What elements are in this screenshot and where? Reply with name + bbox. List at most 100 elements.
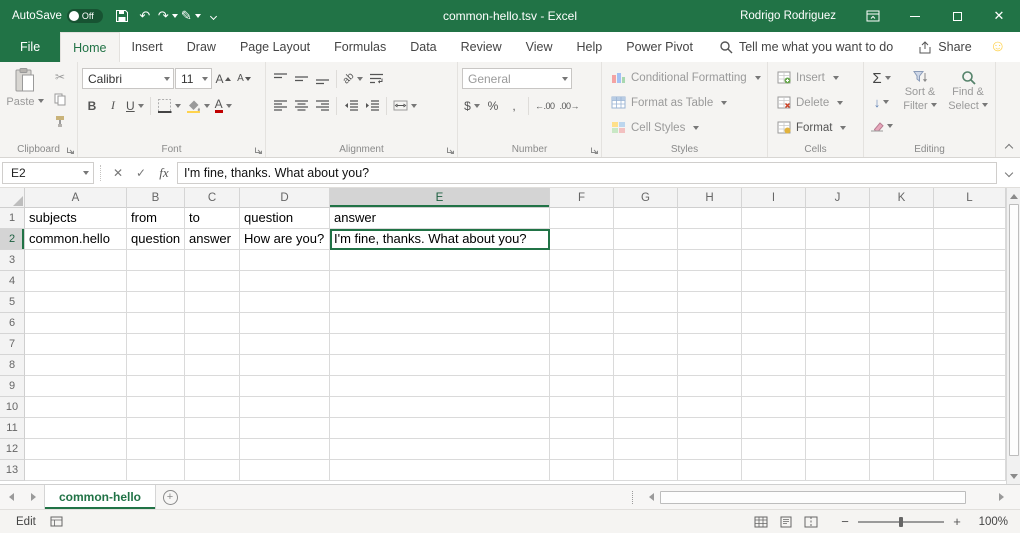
ribbon-display-options-button[interactable] xyxy=(852,0,894,32)
cell-H13[interactable] xyxy=(678,460,742,481)
customize-qat-button[interactable] xyxy=(203,5,225,27)
cell-L1[interactable] xyxy=(934,208,1006,229)
cell-J9[interactable] xyxy=(806,376,870,397)
cell-J7[interactable] xyxy=(806,334,870,355)
cell-K12[interactable] xyxy=(870,439,934,460)
cell-L3[interactable] xyxy=(934,250,1006,271)
cell-A7[interactable] xyxy=(25,334,127,355)
cell-D10[interactable] xyxy=(240,397,330,418)
cell-E10[interactable] xyxy=(330,397,550,418)
cell-G7[interactable] xyxy=(614,334,678,355)
tab-power-pivot[interactable]: Power Pivot xyxy=(614,32,705,62)
cell-I10[interactable] xyxy=(742,397,806,418)
delete-cells-button[interactable]: Delete xyxy=(772,90,851,115)
page-layout-view-button[interactable] xyxy=(775,512,797,532)
cell-L13[interactable] xyxy=(934,460,1006,481)
font-name-select[interactable]: Calibri xyxy=(82,68,174,89)
underline-button[interactable]: U xyxy=(124,95,146,117)
cell-I11[interactable] xyxy=(742,418,806,439)
cell-D12[interactable] xyxy=(240,439,330,460)
tab-scrollbar-splitter[interactable] xyxy=(632,485,640,509)
cell-B13[interactable] xyxy=(127,460,185,481)
cell-C13[interactable] xyxy=(185,460,240,481)
cell-H3[interactable] xyxy=(678,250,742,271)
percent-style-button[interactable]: % xyxy=(483,95,503,117)
align-left-button[interactable] xyxy=(270,95,290,117)
column-header-b[interactable]: B xyxy=(127,188,185,208)
cell-G12[interactable] xyxy=(614,439,678,460)
row-header-12[interactable]: 12 xyxy=(0,439,25,460)
feedback-smiley-button[interactable]: ☺ xyxy=(990,32,1006,62)
cell-A1[interactable]: subjects xyxy=(25,208,127,229)
cell-B5[interactable] xyxy=(127,292,185,313)
cell-I7[interactable] xyxy=(742,334,806,355)
next-sheet-button[interactable] xyxy=(22,485,44,509)
zoom-out-button[interactable]: − xyxy=(836,514,854,529)
format-painter-button[interactable] xyxy=(48,110,72,132)
cell-B12[interactable] xyxy=(127,439,185,460)
cell-J11[interactable] xyxy=(806,418,870,439)
cell-J8[interactable] xyxy=(806,355,870,376)
cell-L4[interactable] xyxy=(934,271,1006,292)
top-align-button[interactable] xyxy=(270,68,290,90)
column-header-c[interactable]: C xyxy=(185,188,240,208)
decrease-indent-button[interactable] xyxy=(341,95,361,117)
cell-L5[interactable] xyxy=(934,292,1006,313)
cell-J6[interactable] xyxy=(806,313,870,334)
cell-D13[interactable] xyxy=(240,460,330,481)
tab-view[interactable]: View xyxy=(514,32,565,62)
name-box[interactable]: E2 xyxy=(2,162,94,184)
cell-J13[interactable] xyxy=(806,460,870,481)
cell-styles-button[interactable]: Cell Styles xyxy=(606,115,766,140)
cell-D6[interactable] xyxy=(240,313,330,334)
number-format-select[interactable]: General xyxy=(462,68,572,89)
cell-H2[interactable] xyxy=(678,229,742,250)
cut-button[interactable]: ✂ xyxy=(48,66,72,88)
cell-C9[interactable] xyxy=(185,376,240,397)
cell-F7[interactable] xyxy=(550,334,614,355)
cell-D5[interactable] xyxy=(240,292,330,313)
cell-L7[interactable] xyxy=(934,334,1006,355)
cell-F12[interactable] xyxy=(550,439,614,460)
increase-decimal-button[interactable]: ←.00 xyxy=(533,95,557,117)
cell-L9[interactable] xyxy=(934,376,1006,397)
cell-I3[interactable] xyxy=(742,250,806,271)
cell-K1[interactable] xyxy=(870,208,934,229)
cell-I13[interactable] xyxy=(742,460,806,481)
cell-A2[interactable]: common.hello xyxy=(25,229,127,250)
cell-G10[interactable] xyxy=(614,397,678,418)
cell-H12[interactable] xyxy=(678,439,742,460)
italic-button[interactable]: I xyxy=(103,95,123,117)
vertical-scroll-thumb[interactable] xyxy=(1009,204,1019,456)
enter-button[interactable]: ✓ xyxy=(131,162,151,184)
cell-A12[interactable] xyxy=(25,439,127,460)
alignment-dialog-launcher[interactable] xyxy=(446,146,455,155)
prev-sheet-button[interactable] xyxy=(0,485,22,509)
cell-B3[interactable] xyxy=(127,250,185,271)
account-user-name[interactable]: Rodrigo Rodriguez xyxy=(740,10,836,22)
comma-style-button[interactable]: , xyxy=(504,95,524,117)
borders-button[interactable] xyxy=(155,95,183,117)
row-header-10[interactable]: 10 xyxy=(0,397,25,418)
autosave-toggle[interactable]: AutoSave Off xyxy=(0,9,111,23)
cell-E8[interactable] xyxy=(330,355,550,376)
row-header-7[interactable]: 7 xyxy=(0,334,25,355)
cell-J10[interactable] xyxy=(806,397,870,418)
format-as-table-button[interactable]: Format as Table xyxy=(606,90,766,115)
cell-B9[interactable] xyxy=(127,376,185,397)
scroll-up-button[interactable] xyxy=(1010,190,1018,202)
cell-L12[interactable] xyxy=(934,439,1006,460)
cell-H7[interactable] xyxy=(678,334,742,355)
cell-C3[interactable] xyxy=(185,250,240,271)
cell-E1[interactable]: answer xyxy=(330,208,550,229)
row-header-9[interactable]: 9 xyxy=(0,376,25,397)
row-header-5[interactable]: 5 xyxy=(0,292,25,313)
scroll-right-button[interactable] xyxy=(993,489,1009,506)
font-color-button[interactable]: A xyxy=(213,95,234,117)
name-box-dropdown[interactable] xyxy=(80,166,89,180)
tab-formulas[interactable]: Formulas xyxy=(322,32,398,62)
cell-H5[interactable] xyxy=(678,292,742,313)
undo-button[interactable]: ↶ xyxy=(134,5,156,27)
cell-C11[interactable] xyxy=(185,418,240,439)
tab-review[interactable]: Review xyxy=(449,32,514,62)
